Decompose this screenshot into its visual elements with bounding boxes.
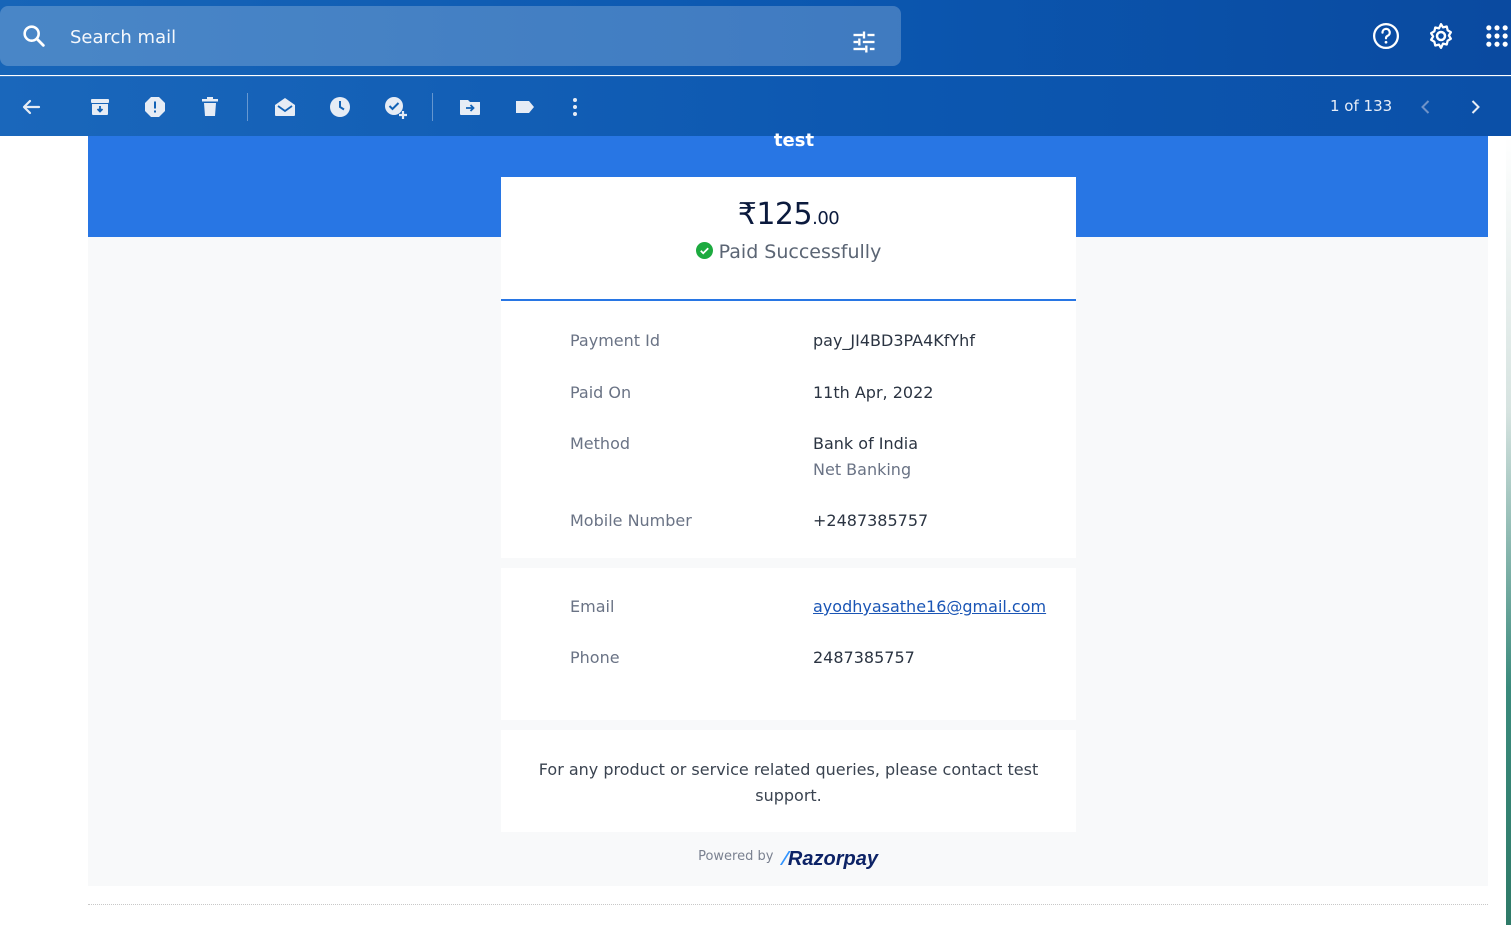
toolbar-divider xyxy=(432,93,433,121)
back-arrow-icon[interactable] xyxy=(19,95,43,119)
search-input[interactable] xyxy=(68,20,812,54)
help-icon[interactable] xyxy=(1371,21,1401,55)
label-icon[interactable] xyxy=(513,95,537,119)
razorpay-logo[interactable]: ⁄Razorpay xyxy=(784,848,878,871)
search-icon[interactable] xyxy=(20,22,48,54)
more-vert-icon[interactable] xyxy=(563,95,587,119)
paid-on-value: 11th Apr, 2022 xyxy=(813,383,934,402)
older-chevron-icon[interactable] xyxy=(1463,95,1487,119)
move-to-icon[interactable] xyxy=(458,95,482,119)
check-circle-icon xyxy=(695,242,713,259)
method-sub: Net Banking xyxy=(813,460,912,479)
apps-grid-icon[interactable] xyxy=(1483,21,1511,55)
support-card: For any product or service related queri… xyxy=(501,730,1076,832)
snooze-icon[interactable] xyxy=(328,95,352,119)
message-toolbar: 1 of 133 xyxy=(0,76,1511,136)
archive-icon[interactable] xyxy=(88,95,112,119)
email-label: Email xyxy=(570,597,615,616)
razorpay-mark-icon: ⁄ xyxy=(783,848,787,870)
method-value: Bank of India xyxy=(813,434,919,453)
report-spam-icon[interactable] xyxy=(143,95,167,119)
newer-chevron-icon[interactable] xyxy=(1414,95,1438,119)
mark-unread-icon[interactable] xyxy=(273,95,297,119)
status-text: Paid Successfully xyxy=(718,241,882,263)
email-body: test ₹125.00 Paid Successfully Payment I… xyxy=(88,130,1488,886)
phone-label: Phone xyxy=(570,648,620,667)
phone-value: 2487385757 xyxy=(813,648,915,667)
contact-card: Email ayodhyasathe16@gmail.com Phone 248… xyxy=(501,568,1076,720)
powered-by: Powered by ⁄Razorpay xyxy=(88,848,1488,871)
delete-icon[interactable] xyxy=(198,95,222,119)
add-task-icon[interactable] xyxy=(383,95,407,119)
powered-by-label: Powered by xyxy=(698,849,774,864)
message-separator xyxy=(88,904,1488,905)
payment-id-value: pay_JI4BD3PA4KfYhf xyxy=(813,331,975,350)
app-header xyxy=(0,0,1511,75)
method-label: Method xyxy=(570,434,631,453)
payment-status: Paid Successfully xyxy=(501,241,1076,263)
payment-details-card: Payment Id pay_JI4BD3PA4KfYhf Paid On 11… xyxy=(501,301,1076,558)
payment-id-label: Payment Id xyxy=(570,331,661,350)
payment-amount: ₹125.00 xyxy=(501,197,1076,232)
amount-decimal: .00 xyxy=(812,208,840,229)
razorpay-brand: Razorpay xyxy=(787,848,878,870)
amount-main: ₹125 xyxy=(737,197,813,232)
amount-card: ₹125.00 Paid Successfully xyxy=(501,177,1076,301)
support-text: For any product or service related queri… xyxy=(538,760,1039,805)
scrollbar[interactable] xyxy=(1506,136,1511,925)
mobile-number-label: Mobile Number xyxy=(570,511,692,530)
search-bar[interactable] xyxy=(0,6,901,66)
pagination-text: 1 of 133 xyxy=(1330,97,1393,115)
mobile-number-value: +2487385757 xyxy=(813,511,929,530)
settings-icon[interactable] xyxy=(1426,21,1456,55)
merchant-name: test xyxy=(773,130,815,151)
paid-on-label: Paid On xyxy=(570,383,632,402)
toolbar-divider xyxy=(247,93,248,121)
search-options-icon[interactable] xyxy=(850,28,878,60)
email-link[interactable]: ayodhyasathe16@gmail.com xyxy=(813,597,1046,616)
